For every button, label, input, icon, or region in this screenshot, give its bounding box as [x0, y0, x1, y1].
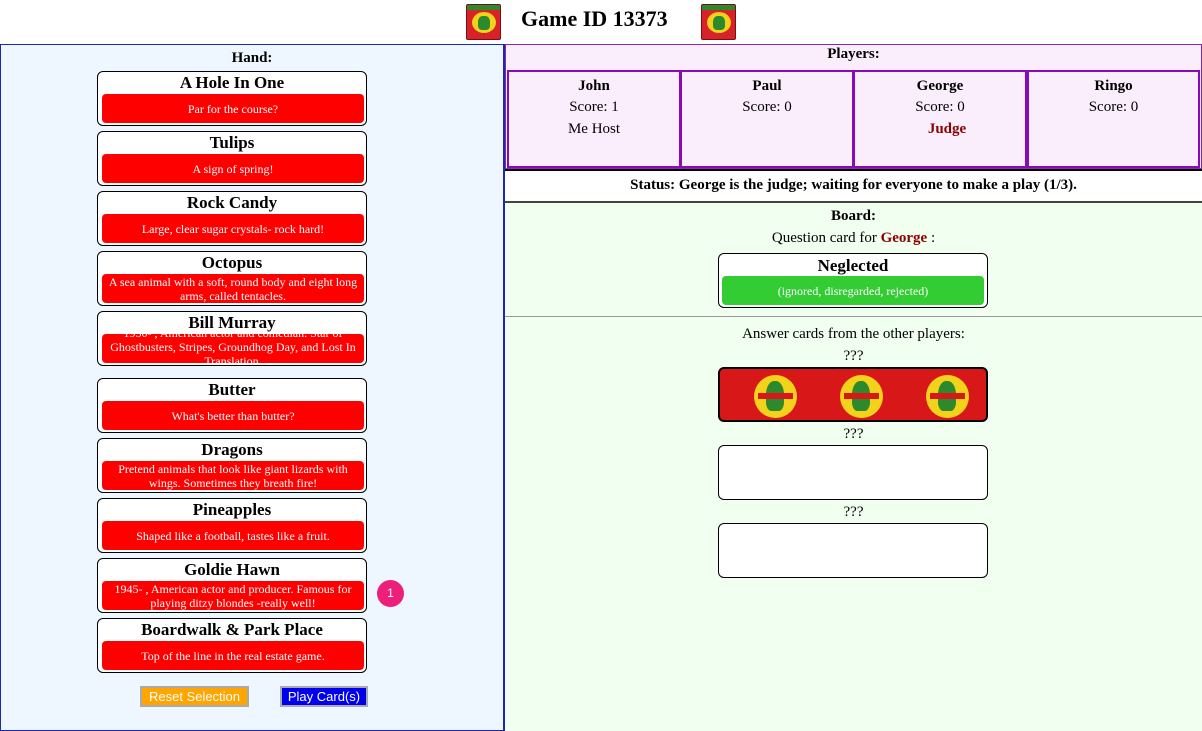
divider	[505, 316, 1202, 317]
selection-order-badge: 1	[377, 580, 404, 607]
apples-to-apples-logo-icon	[701, 4, 736, 40]
player-score: Score: 0	[915, 99, 965, 115]
card-title: Dragons	[201, 440, 263, 459]
players-heading: Players:	[827, 46, 880, 62]
card-description: A sign of spring!	[102, 154, 364, 183]
hand-card[interactable]: Dragons Pretend animals that look like g…	[97, 438, 367, 493]
card-title: Tulips	[209, 133, 255, 152]
header: Game ID 13373	[0, 0, 1202, 44]
apples-to-apples-logo-icon	[466, 4, 501, 40]
card-description: Shaped like a football, tastes like a fr…	[102, 521, 364, 550]
answer-owner-unknown: ???	[843, 504, 864, 520]
card-description: Pretend animals that look like giant liz…	[102, 461, 364, 490]
player-card-john: John Score: 1 Me Host	[507, 70, 681, 168]
card-title: A Hole In One	[179, 73, 285, 92]
card-title: Rock Candy	[186, 193, 278, 212]
player-score: Score: 0	[742, 99, 792, 115]
card-description: 1950- , American actor and comedian. Sta…	[102, 326, 364, 365]
card-description: Par for the course?	[102, 94, 364, 123]
status-text: Status: George is the judge; waiting for…	[505, 169, 1202, 203]
card-description: 1945- , American actor and producer. Fam…	[102, 581, 364, 610]
apple-logo-icon	[926, 375, 969, 418]
hand-card[interactable]: Butter What's better than butter?	[97, 378, 367, 433]
hand-card[interactable]: Tulips A sign of spring!	[97, 131, 367, 186]
player-role-wrap: Judge	[855, 118, 1025, 140]
question-card: Neglected (ignored, disregarded, rejecte…	[718, 253, 988, 308]
player-name: John	[578, 78, 610, 94]
card-title: Bill Murray	[188, 313, 276, 332]
player-card-george: George Score: 0 Judge	[853, 70, 1027, 168]
player-score: Score: 1	[569, 99, 619, 115]
answers-heading: Answer cards from the other players:	[742, 326, 965, 342]
card-title: Boardwalk & Park Place	[141, 620, 323, 639]
card-description: A sea animal with a soft, round body and…	[102, 274, 364, 303]
apple-logo-icon	[754, 375, 797, 418]
player-card-paul: Paul Score: 0	[680, 70, 854, 168]
answer-owner-unknown: ???	[843, 426, 864, 442]
card-description: Top of the line in the real estate game.	[102, 641, 364, 670]
answer-card-empty	[718, 445, 988, 500]
play-cards-button[interactable]: Play Card(s)	[280, 686, 368, 707]
question-card-line: Question card for George :	[505, 230, 1202, 247]
players-panel: Players: John Score: 1 Me Host Paul Scor…	[505, 44, 1202, 169]
question-suffix: :	[930, 230, 936, 246]
hand-card[interactable]: A Hole In One Par for the course?	[97, 71, 367, 126]
reset-selection-button[interactable]: Reset Selection	[140, 686, 249, 707]
board-heading: Board:	[831, 208, 876, 224]
hand-card[interactable]: Boardwalk & Park Place Top of the line i…	[97, 618, 367, 673]
page-title: Game ID 13373	[521, 6, 668, 31]
card-description: What's better than butter?	[102, 401, 364, 430]
player-card-ringo: Ringo Score: 0	[1027, 70, 1200, 168]
player-name: Ringo	[1094, 78, 1133, 94]
board-panel: Board: Question card for George : Neglec…	[505, 203, 1202, 731]
answer-owner-unknown: ???	[843, 348, 864, 364]
hand-card-selected[interactable]: Goldie Hawn 1945- , American actor and p…	[97, 558, 367, 613]
hand-panel: Hand: A Hole In One Par for the course? …	[0, 44, 505, 731]
hand-card[interactable]: Octopus A sea animal with a soft, round …	[97, 251, 367, 306]
card-title: Butter	[208, 380, 256, 399]
card-title: Octopus	[201, 253, 263, 272]
player-name: Paul	[752, 78, 782, 94]
hand-card[interactable]: Bill Murray 1950- , American actor and c…	[97, 311, 367, 366]
answer-card-empty	[718, 523, 988, 578]
hand-card[interactable]: Pineapples Shaped like a football, taste…	[97, 498, 367, 553]
hand-heading: Hand:	[231, 50, 273, 66]
player-score: Score: 0	[1088, 99, 1139, 115]
player-name: George	[916, 78, 964, 94]
apple-logo-icon	[840, 375, 883, 418]
question-player: George	[880, 230, 928, 246]
answer-card-facedown[interactable]	[718, 367, 988, 422]
question-prefix: Question card for	[771, 230, 877, 246]
card-title: Neglected	[817, 256, 889, 275]
judge-label: Judge	[927, 121, 967, 137]
player-role: Me Host	[567, 121, 621, 137]
hand-card[interactable]: Rock Candy Large, clear sugar crystals- …	[97, 191, 367, 246]
card-title: Goldie Hawn	[184, 560, 280, 579]
card-title: Pineapples	[192, 500, 272, 519]
card-description: (ignored, disregarded, rejected)	[722, 276, 984, 305]
card-description: Large, clear sugar crystals- rock hard!	[102, 214, 364, 243]
